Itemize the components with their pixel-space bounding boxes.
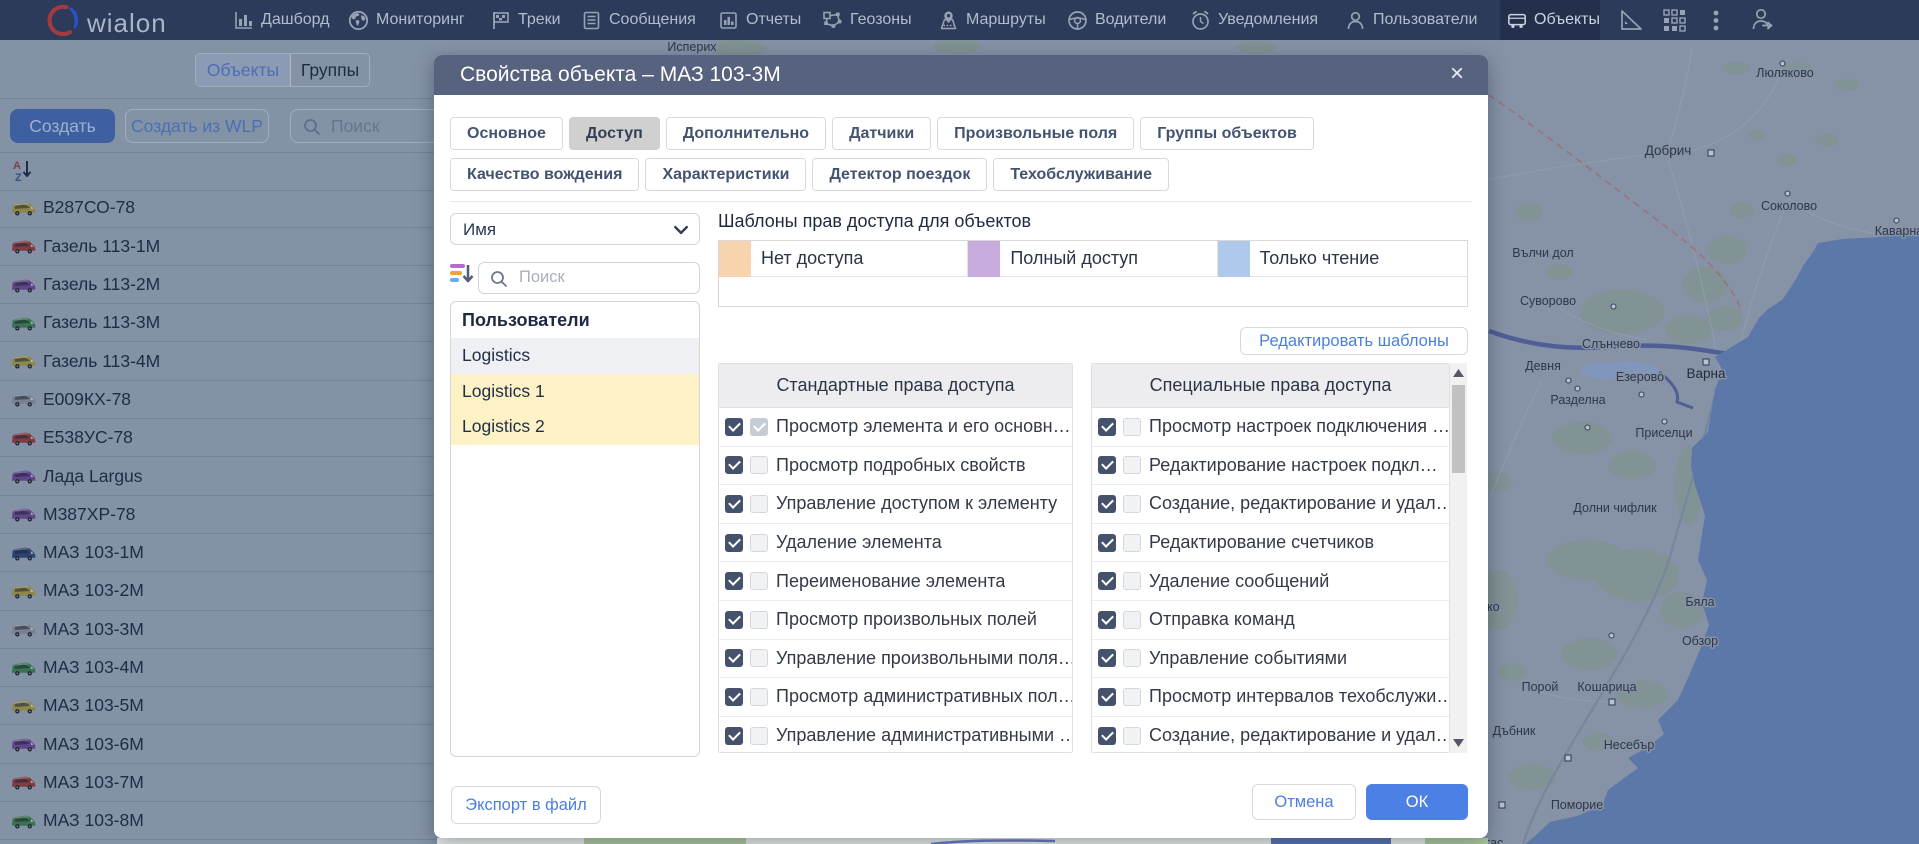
svg-text:Обзор: Обзор [1682,634,1718,648]
svg-text:Варна: Варна [1687,366,1726,381]
svg-text:Соколово: Соколово [1761,199,1817,213]
svg-text:Кошарица: Кошарица [1577,680,1636,694]
svg-text:Приселци: Приселци [1635,426,1692,440]
svg-text:Девня: Девня [1525,359,1561,373]
svg-text:Слънчево: Слънчево [1582,337,1640,351]
svg-text:Каварна: Каварна [1875,224,1919,238]
svg-text:A: A [13,160,21,172]
svg-text:Несебър: Несебър [1604,738,1655,752]
svg-text:Люляково: Люляково [1756,66,1813,80]
svg-text:Вълчи дол: Вълчи дол [1512,246,1573,260]
svg-text:Долни чифлик: Долни чифлик [1573,501,1657,515]
svg-text:Поморие: Поморие [1551,798,1603,812]
svg-text:Разделна: Разделна [1550,393,1605,407]
svg-text:Z: Z [15,172,22,184]
svg-text:Суворово: Суворово [1520,294,1576,308]
svg-text:Дъбник: Дъбник [1493,724,1536,738]
svg-text:Бяла: Бяла [1685,595,1714,609]
svg-text:Добрич: Добрич [1645,143,1692,158]
svg-text:Исперих: Исперих [667,40,717,54]
svg-text:Порой: Порой [1522,680,1559,694]
svg-text:Езерово: Езерово [1616,370,1664,384]
